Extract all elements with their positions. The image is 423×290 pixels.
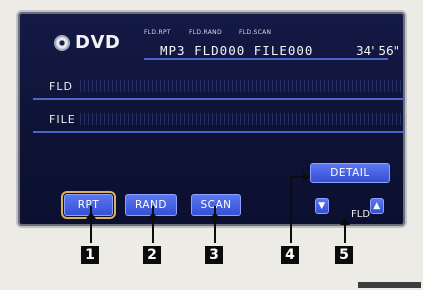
detail-button[interactable]: DETAIL <box>310 163 390 183</box>
file-bar-rule <box>33 131 405 133</box>
callout-arrow-2 <box>148 212 158 219</box>
folder-bar-label: FLD <box>49 80 73 93</box>
mode-caption-rand: FLD.RAND <box>189 29 222 36</box>
file-bar-label: FILE <box>49 113 76 126</box>
disc-icon <box>54 35 70 51</box>
folder-up-button[interactable]: ▲ <box>370 198 384 214</box>
callout-3: 3 <box>205 246 223 264</box>
triangle-up-icon: ▲ <box>373 201 381 211</box>
audio-screen: DVD FLD.RPT FLD.RAND FLD.SCAN MP3 FLD000… <box>16 10 407 228</box>
track-info: MP3 FLD000 FILE000 <box>160 43 314 58</box>
callout-line-4 <box>290 176 292 243</box>
figure-code-tag <box>358 282 421 288</box>
file-progress-ticks <box>80 113 402 125</box>
status-divider <box>144 58 388 60</box>
callout-1: 1 <box>81 246 99 264</box>
folder-selector-label: FLD <box>351 209 371 220</box>
callout-arrow-4 <box>303 172 310 182</box>
mode-caption-scan: FLD.SCAN <box>239 29 272 36</box>
manual-illustration: DVD FLD.RPT FLD.RAND FLD.SCAN MP3 FLD000… <box>0 0 423 290</box>
folder-bar-rule <box>33 98 405 100</box>
callout-arrow-3 <box>210 212 220 219</box>
elapsed-time: 34' 56" <box>356 44 400 58</box>
triangle-down-icon: ▼ <box>318 201 326 211</box>
folder-progress-ticks <box>80 80 402 92</box>
mode-caption-rpt: FLD.RPT <box>144 29 171 36</box>
callout-2: 2 <box>143 246 161 264</box>
callout-5: 5 <box>335 246 353 264</box>
callout-arrow-1 <box>86 212 96 219</box>
source-label: DVD <box>75 32 121 53</box>
folder-down-button[interactable]: ▼ <box>315 198 329 214</box>
callout-4: 4 <box>281 246 299 264</box>
callout-arrow-5 <box>340 218 350 225</box>
